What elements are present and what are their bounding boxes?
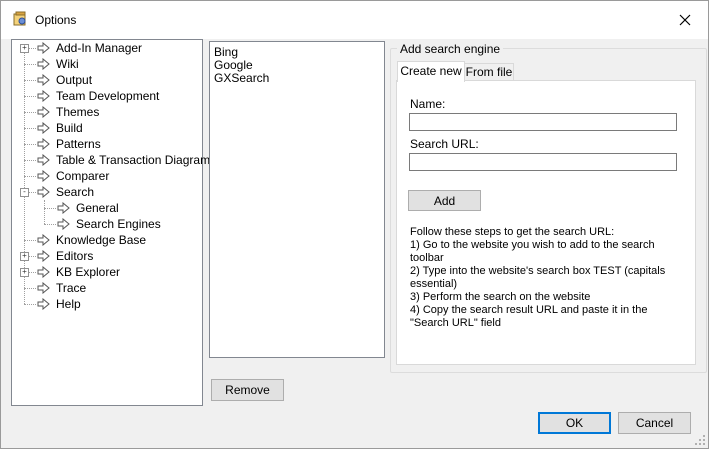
options-dialog: Options + Add-In Manager Wiki Output Team De…	[0, 0, 709, 449]
tree-item[interactable]: KB Explorer	[37, 264, 120, 280]
tree-item-label: Add-In Manager	[56, 41, 143, 55]
arrow-right-icon	[37, 266, 50, 278]
tree-item-label: Knowledge Base	[56, 233, 147, 247]
list-item[interactable]: Bing	[214, 45, 238, 59]
tree-item[interactable]: Knowledge Base	[37, 232, 146, 248]
tab-from-file[interactable]: From file	[464, 63, 514, 81]
arrow-right-icon	[37, 42, 50, 54]
expand-icon[interactable]: +	[20, 44, 29, 53]
search-url-input[interactable]	[409, 153, 677, 171]
tree-item-label: Table & Transaction Diagrams	[56, 153, 217, 167]
tree-guide-line	[24, 112, 36, 113]
tree-item[interactable]: Add-In Manager	[37, 40, 142, 56]
resize-grip-icon[interactable]	[695, 435, 705, 445]
window-title: Options	[35, 13, 77, 27]
tree-item-label: Help	[56, 297, 81, 311]
tree-item[interactable]: Table & Transaction Diagrams	[37, 152, 216, 168]
tree-item[interactable]: Wiki	[37, 56, 79, 72]
tree-item-label: General	[76, 201, 119, 215]
arrow-right-icon	[37, 186, 50, 198]
arrow-right-icon	[37, 154, 50, 166]
close-icon	[679, 14, 691, 26]
tree-item[interactable]: Patterns	[37, 136, 101, 152]
tree-guide-line	[24, 144, 36, 145]
tree-item[interactable]: Editors	[37, 248, 93, 264]
tree-item-label: Themes	[56, 105, 100, 119]
list-item[interactable]: GXSearch	[214, 71, 269, 85]
tree-guide-line	[44, 224, 56, 225]
tree-guide-line	[24, 176, 36, 177]
tree-guide-line	[24, 128, 36, 129]
tree-item[interactable]: Team Development	[37, 88, 159, 104]
cancel-button[interactable]: Cancel	[618, 412, 691, 434]
tree-item-label: Patterns	[56, 137, 101, 151]
tree-item[interactable]: Search Engines	[57, 216, 161, 232]
arrow-right-icon	[37, 58, 50, 70]
remove-button[interactable]: Remove	[211, 379, 284, 401]
ok-button[interactable]: OK	[538, 412, 611, 434]
arrow-right-icon	[37, 170, 50, 182]
instructions-text: Follow these steps to get the search URL…	[410, 226, 666, 329]
arrow-right-icon	[37, 282, 50, 294]
arrow-right-icon	[57, 218, 70, 230]
tree-guide-line	[24, 160, 36, 161]
arrow-right-icon	[37, 122, 50, 134]
tree-item-label: Output	[56, 73, 93, 87]
options-tree[interactable]: + Add-In Manager Wiki Output Team Developmen…	[11, 39, 216, 406]
tree-guide-line	[44, 208, 56, 209]
tree-item[interactable]: Themes	[37, 104, 99, 120]
list-item[interactable]: Google	[214, 58, 253, 72]
tree-item[interactable]: Build	[37, 120, 83, 136]
tree-item-label: Trace	[56, 281, 87, 295]
arrow-right-icon	[37, 90, 50, 102]
tree-item[interactable]: Search	[37, 184, 94, 200]
tree-guide-line	[24, 80, 36, 81]
tree-item-label: Wiki	[56, 57, 79, 71]
expand-icon[interactable]: +	[20, 268, 29, 277]
tree-item-label: Search	[56, 185, 95, 199]
tree-item-label: Editors	[56, 249, 94, 263]
search-url-label: Search URL:	[410, 137, 479, 151]
tree-guide-line	[24, 304, 36, 305]
tree-guide-line	[24, 288, 36, 289]
tree-item-label: Build	[56, 121, 83, 135]
arrow-right-icon	[57, 202, 70, 214]
arrow-right-icon	[37, 138, 50, 150]
name-label: Name:	[410, 97, 446, 111]
tree-item-label: KB Explorer	[56, 265, 121, 279]
expand-icon[interactable]: +	[20, 252, 29, 261]
tree-guide-line	[24, 96, 36, 97]
arrow-right-icon	[37, 74, 50, 86]
group-title: Add search engine	[397, 42, 504, 56]
tree-item-label: Search Engines	[76, 217, 161, 231]
tree-item[interactable]: General	[57, 200, 119, 216]
name-input[interactable]	[409, 113, 677, 131]
tree-item-label: Comparer	[56, 169, 110, 183]
tree-guide-line	[24, 64, 36, 65]
tab-create-new[interactable]: Create new	[397, 61, 465, 82]
add-button[interactable]: Add	[408, 190, 481, 211]
tree-item-label: Team Development	[56, 89, 160, 103]
title-bar[interactable]: Options	[1, 1, 708, 39]
close-button[interactable]	[662, 1, 708, 39]
options-app-icon	[13, 11, 26, 26]
arrow-right-icon	[37, 298, 50, 310]
tree-item[interactable]: Comparer	[37, 168, 109, 184]
tree-item[interactable]: Help	[37, 296, 81, 312]
tree-guide-line-child	[44, 200, 45, 224]
arrow-right-icon	[37, 250, 50, 262]
tree-item[interactable]: Trace	[37, 280, 86, 296]
arrow-right-icon	[37, 234, 50, 246]
search-engine-list[interactable]: Bing Google GXSearch	[209, 41, 385, 358]
arrow-right-icon	[37, 106, 50, 118]
tree-item[interactable]: Output	[37, 72, 92, 88]
collapse-icon[interactable]: -	[20, 188, 29, 197]
tree-guide-line	[24, 240, 36, 241]
